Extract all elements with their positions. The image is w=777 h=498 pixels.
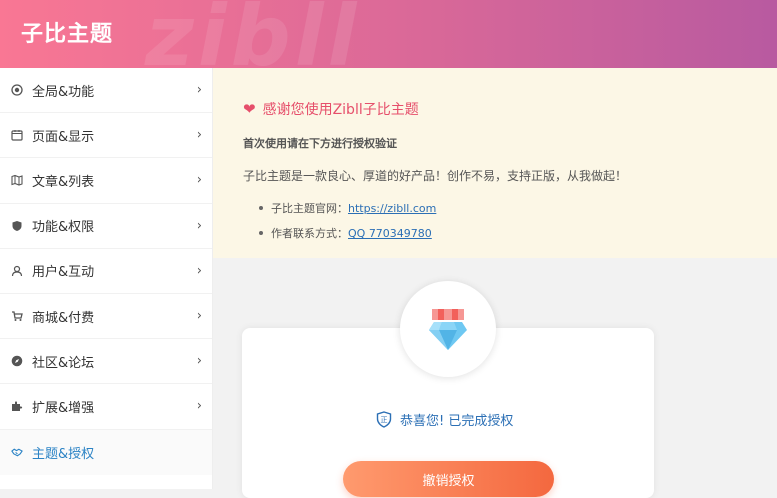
notice-description: 子比主题是一款良心、厚道的好产品！创作不易，支持正版，从我做起！ bbox=[243, 169, 628, 183]
sidebar-item-extensions[interactable]: 扩展&增强 › bbox=[0, 384, 212, 430]
shield-icon bbox=[11, 220, 23, 232]
welcome-notice: ❤ 感谢您使用Zibll子比主题 首次使用请在下方进行授权验证 子比主题是一款良… bbox=[213, 68, 777, 258]
license-status-text: 恭喜您! 已完成授权 bbox=[400, 414, 514, 429]
notice-heading: ❤ 感谢您使用Zibll子比主题 bbox=[243, 99, 777, 119]
website-link[interactable]: https://zibll.com bbox=[348, 202, 436, 215]
license-status: 正 恭喜您! 已完成授权 bbox=[376, 410, 513, 429]
list-item: 作者联系方式：QQ 770349780 bbox=[259, 225, 777, 241]
link-label: 作者联系方式： bbox=[271, 227, 348, 240]
sidebar-item-global[interactable]: 全局&功能 › bbox=[0, 68, 212, 114]
chevron-right-icon: › bbox=[196, 263, 202, 279]
sidebar-item-label: 文章&列表 bbox=[32, 174, 95, 190]
contact-link[interactable]: QQ 770349780 bbox=[348, 227, 432, 240]
license-badge bbox=[400, 281, 496, 377]
sidebar-item-shop[interactable]: 商城&付费 › bbox=[0, 294, 212, 340]
sidebar-item-label: 用户&互动 bbox=[32, 265, 95, 281]
sidebar-item-label: 功能&权限 bbox=[32, 220, 95, 236]
heart-icon: ❤ bbox=[243, 100, 256, 118]
app-header: zibll 子比主题 bbox=[0, 0, 777, 68]
chevron-right-icon: › bbox=[196, 218, 202, 234]
calendar-icon bbox=[11, 129, 23, 141]
chevron-right-icon: › bbox=[196, 353, 202, 369]
sidebar-item-forum[interactable]: 社区&论坛 › bbox=[0, 339, 212, 385]
sidebar-item-label: 社区&论坛 bbox=[32, 355, 95, 371]
notice-links: 子比主题官网：https://zibll.com 作者联系方式：QQ 77034… bbox=[259, 200, 777, 241]
sidebar-item-users[interactable]: 用户&互动 › bbox=[0, 249, 212, 294]
chevron-right-icon: › bbox=[196, 398, 202, 414]
target-icon bbox=[11, 84, 23, 96]
puzzle-icon bbox=[11, 400, 23, 412]
sidebar: 全局&功能 › 页面&显示 › 文章&列表 › 功能&权限 › 用户&互动 › … bbox=[0, 68, 213, 489]
list-item: 子比主题官网：https://zibll.com bbox=[259, 200, 777, 216]
sidebar-item-label: 扩展&增强 bbox=[32, 400, 95, 416]
diamond-icon bbox=[429, 309, 467, 350]
sidebar-item-label: 商城&付费 bbox=[32, 310, 95, 326]
revoke-license-button[interactable]: 撤销授权 bbox=[343, 461, 554, 497]
svg-text:正: 正 bbox=[381, 416, 388, 424]
notice-heading-text: 感谢您使用Zibll子比主题 bbox=[262, 102, 419, 118]
page-title: 子比主题 bbox=[21, 22, 114, 47]
chevron-right-icon: › bbox=[196, 172, 202, 188]
verified-shield-icon: 正 bbox=[376, 411, 392, 428]
notice-subheading: 首次使用请在下方进行授权验证 bbox=[243, 137, 397, 150]
header-watermark: zibll bbox=[145, 0, 361, 68]
sidebar-item-page[interactable]: 页面&显示 › bbox=[0, 113, 212, 159]
chevron-right-icon: › bbox=[196, 308, 202, 324]
link-label: 子比主题官网： bbox=[271, 202, 348, 215]
sidebar-item-articles[interactable]: 文章&列表 › bbox=[0, 158, 212, 204]
handshake-icon bbox=[11, 446, 23, 458]
cart-icon bbox=[11, 310, 23, 322]
sidebar-item-permissions[interactable]: 功能&权限 › bbox=[0, 204, 212, 249]
sidebar-item-label: 页面&显示 bbox=[32, 129, 95, 145]
sidebar-item-license[interactable]: 主题&授权 bbox=[0, 429, 212, 475]
chevron-right-icon: › bbox=[196, 82, 202, 98]
compass-icon bbox=[11, 355, 23, 367]
user-icon bbox=[11, 265, 23, 277]
map-icon bbox=[11, 174, 23, 187]
chevron-right-icon: › bbox=[196, 127, 202, 143]
sidebar-item-label: 全局&功能 bbox=[32, 84, 95, 100]
sidebar-item-label: 主题&授权 bbox=[32, 446, 95, 462]
